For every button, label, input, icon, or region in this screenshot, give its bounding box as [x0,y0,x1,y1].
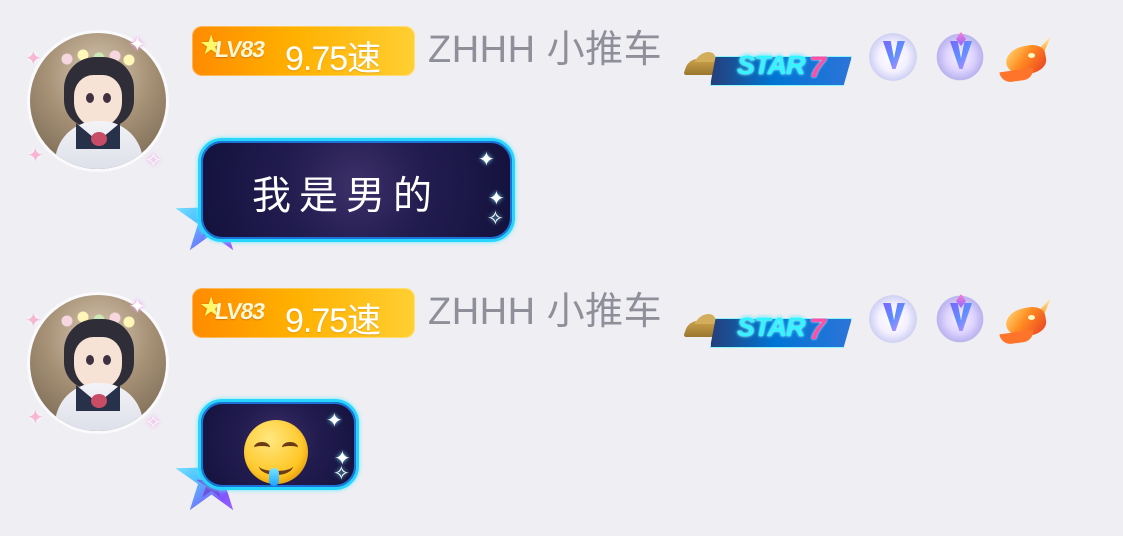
dragon-icon [998,297,1056,349]
speed-label: 9.75速 [285,302,381,340]
avatar-bow [91,394,107,408]
sparkle-icon: ✧ [487,206,504,230]
sparkle-icon: ✦ [25,46,42,70]
message-bubble[interactable]: 我是男的 ✦ ✦ ✧ [198,138,515,242]
level-label: LV83 [213,298,267,324]
avatar-container[interactable]: ✦ ✦ ✦ ✧ [22,25,174,177]
dragon-jaw [999,67,1035,84]
v-badge-icon [866,292,920,346]
sparkle-icon: ✦ [488,186,505,210]
drooling-face-emoji [244,420,308,486]
username[interactable]: ZHHH 小推车 [428,287,662,337]
star-badge-label: STAR [737,312,805,342]
level-badge: ★ LV83 9.75速 [192,288,415,340]
sparkle-icon: ✦ [27,405,44,429]
star-badge-number: 7 [809,51,826,84]
sparkle-icon: ✧ [145,148,162,172]
avatar-face [74,337,122,389]
v-mark-icon [883,41,905,69]
message-text: 我是男的 [252,174,441,219]
avatar-face [74,75,122,127]
message-bubble[interactable]: ✦ ✦ ✧ [198,399,359,490]
star-badge-label: STAR [737,50,805,80]
avatar-eye [86,355,94,365]
sparkle-icon: ✦ [129,32,146,56]
sparkle-icon: ✦ [326,408,343,432]
emoji-eye [282,442,298,453]
avatar-bow [91,132,107,146]
speed-label: 9.75速 [285,40,381,78]
sparkle-icon: ✧ [333,461,350,485]
username[interactable]: ZHHH 小推车 [428,25,662,75]
star-badge-number: 7 [809,313,826,346]
avatar-eye [103,93,111,103]
dragon-eye [1028,315,1035,320]
v-mark-icon [883,303,905,331]
sparkle-icon: ✦ [25,308,42,332]
sparkle-icon: ✦ [129,294,146,318]
star-badge: STAR 7 [683,48,856,92]
dragon-jaw [999,329,1035,346]
dragon-eye [1028,53,1035,58]
v-badge-icon [933,30,987,84]
level-badge: ★ LV83 9.75速 [192,26,415,78]
v-badge-icon [866,30,920,84]
emoji-drool [269,468,279,486]
v-badge-icon [933,292,987,346]
emoji-eye [254,442,270,453]
sparkle-icon: ✦ [478,147,495,171]
avatar-eye [86,93,94,103]
star-badge: STAR 7 [683,310,856,354]
avatar-eye [103,355,111,365]
sparkle-icon: ✦ [27,143,44,167]
avatar-container[interactable]: ✦ ✦ ✦ ✧ [22,287,174,439]
level-label: LV83 [213,36,267,62]
sparkle-icon: ✧ [145,410,162,434]
dragon-icon [998,35,1056,87]
